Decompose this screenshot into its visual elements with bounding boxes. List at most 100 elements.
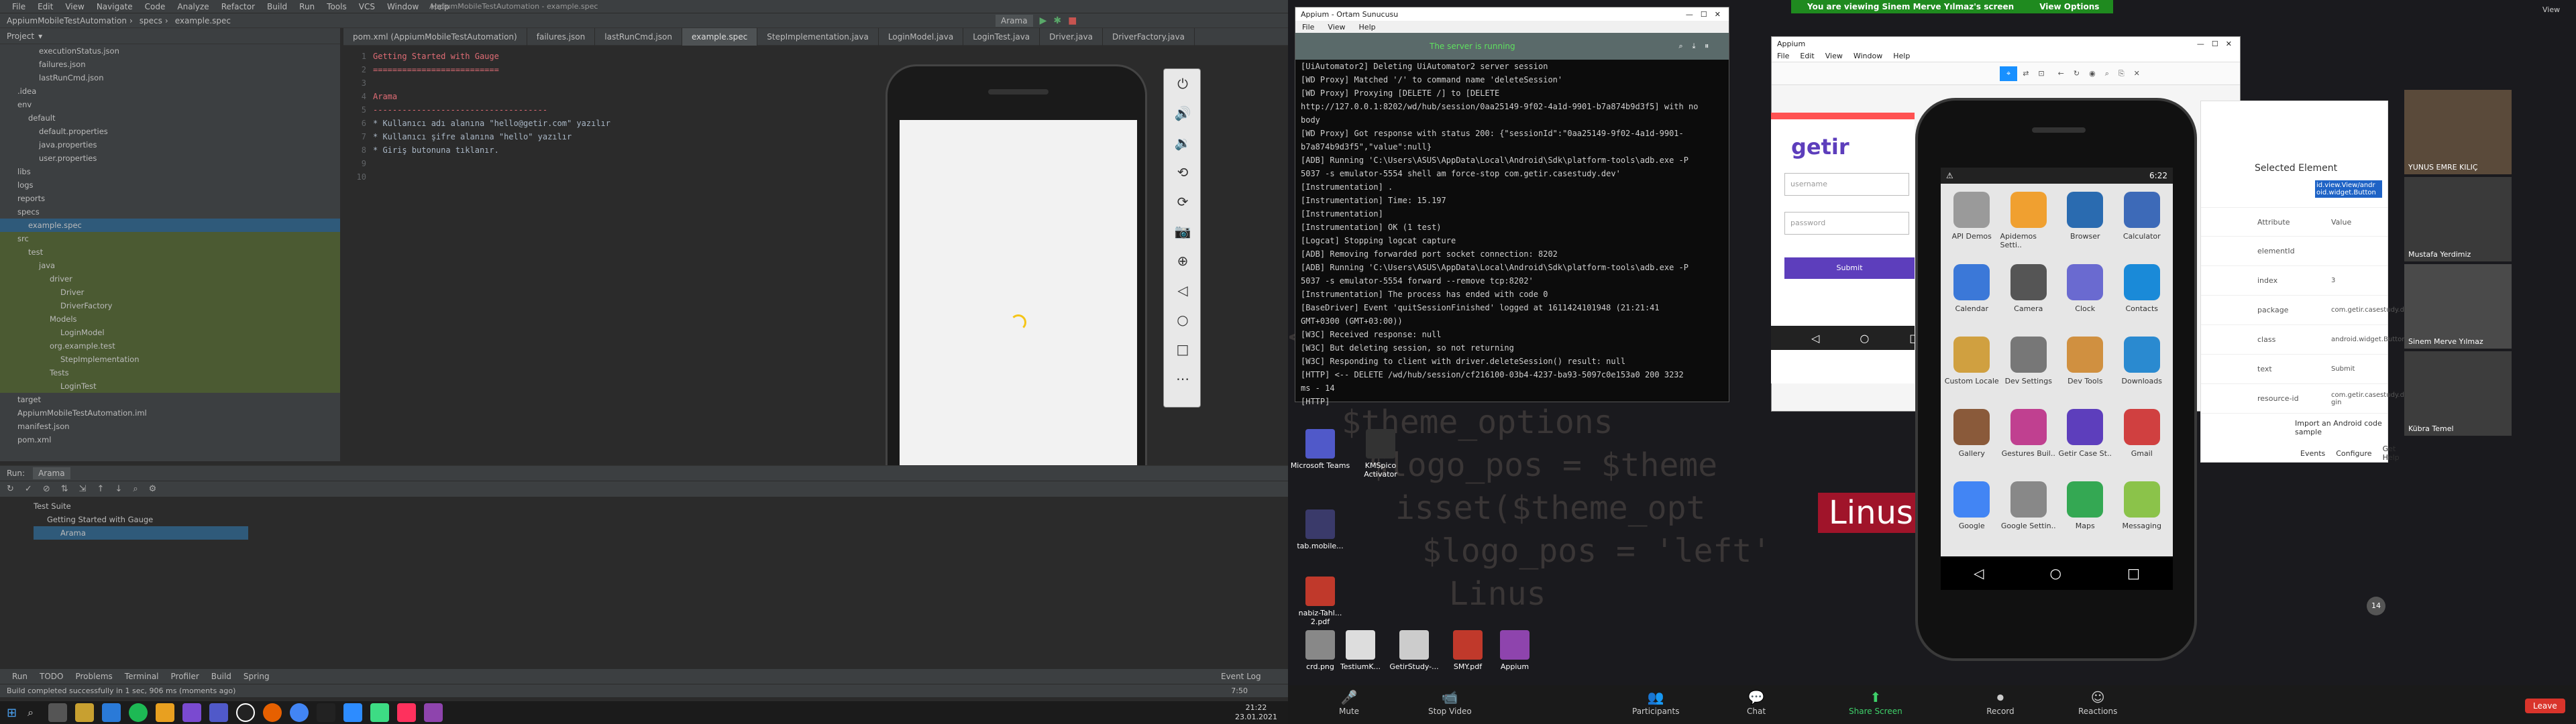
search-icon[interactable]: ⌕	[2105, 69, 2109, 78]
app-launcher-calculator[interactable]: Calculator	[2114, 188, 2171, 257]
quit-icon[interactable]: ✕	[2134, 69, 2140, 78]
get-help-button[interactable]: Get Help	[2383, 444, 2400, 462]
code-text[interactable]: * Kullanıcı şifre alanına "hello" yazılı…	[373, 130, 572, 143]
password-field[interactable]: password	[1784, 212, 1909, 235]
tree-item[interactable]: failures.json	[0, 58, 340, 71]
tree-item[interactable]: manifest.json	[0, 420, 340, 433]
configure-button[interactable]: Configure	[2336, 449, 2371, 458]
desktop-icon[interactable]: tab.mobile...	[1288, 509, 1352, 550]
tree-item[interactable]: org.example.test	[0, 339, 340, 353]
code-sample-link[interactable]: Import an Android code sample	[2295, 419, 2387, 436]
app-launcher-camera[interactable]: Camera	[2000, 260, 2057, 330]
app-launcher-clock[interactable]: Clock	[2057, 260, 2114, 330]
zoom-icon[interactable]: ⊕	[1164, 246, 1201, 276]
file-explorer-icon[interactable]	[75, 703, 95, 722]
tree-item[interactable]: default.properties	[0, 125, 340, 138]
desktop-icon[interactable]: KMSpico Activator	[1348, 429, 1413, 479]
rotate-left-icon[interactable]: ⟲	[1164, 158, 1201, 187]
power-icon[interactable]: ⏻	[1164, 69, 1201, 99]
back-icon[interactable]: ←	[2058, 69, 2064, 78]
selected-element-xpath[interactable]: id.view.View/andr oid.widget.Button	[2315, 180, 2382, 198]
back-icon[interactable]: ◁	[1164, 276, 1201, 305]
recents-icon[interactable]: □	[2127, 565, 2140, 581]
camera-icon[interactable]: 📷	[1164, 217, 1201, 246]
app-launcher-calendar[interactable]: Calendar	[1943, 260, 2000, 330]
spotify-icon[interactable]	[129, 703, 148, 722]
tree-item[interactable]: Models	[0, 312, 340, 326]
editor-tab[interactable]: lastRunCmd.json	[595, 27, 682, 46]
editor-tab[interactable]: LoginModel.java	[879, 27, 964, 46]
tree-item[interactable]: java.properties	[0, 138, 340, 152]
tree-item[interactable]: executionStatus.json	[0, 44, 340, 58]
tool-tab-spring[interactable]: Spring	[244, 672, 270, 681]
run-tab[interactable]: Arama	[33, 467, 70, 479]
cursor-position[interactable]: 7:50	[1231, 686, 1248, 695]
run-tree-scenario[interactable]: Arama	[34, 526, 248, 540]
username-field[interactable]: username	[1784, 173, 1909, 196]
console-menu-item[interactable]: Help	[1359, 23, 1376, 32]
volume-up-icon[interactable]: 🔊	[1164, 99, 1201, 128]
menu-refactor[interactable]: Refactor	[221, 2, 255, 11]
menu-code[interactable]: Code	[145, 2, 166, 11]
editor-tab[interactable]: DriverFactory.java	[1103, 27, 1195, 46]
debug-icon[interactable]: ✱	[1053, 15, 1061, 26]
menu-file[interactable]: File	[12, 2, 25, 11]
app-launcher-getir-case-st[interactable]: Getir Case St..	[2057, 405, 2114, 475]
tree-item[interactable]: target	[0, 393, 340, 406]
zoom-share-screen-button[interactable]: ⬆ Share Screen	[1849, 689, 1902, 716]
tool-tab-build[interactable]: Build	[211, 672, 231, 681]
home-icon[interactable]: ○	[2050, 565, 2061, 581]
participant-tile[interactable]: Sinem Merve Yılmaz	[2404, 264, 2512, 349]
tree-item[interactable]: DriverFactory	[0, 299, 340, 312]
editor-tab[interactable]: LoginTest.java	[963, 27, 1040, 46]
menu-tools[interactable]: Tools	[327, 2, 347, 11]
search-icon[interactable]: ⌕	[133, 484, 138, 494]
tool-tab-todo[interactable]: TODO	[40, 672, 63, 681]
code-text[interactable]: Arama	[373, 90, 397, 103]
select-element-icon[interactable]: ⌖	[2000, 66, 2018, 81]
tool-tab-terminal[interactable]: Terminal	[125, 672, 159, 681]
console-menu-item[interactable]: View	[1328, 23, 1345, 32]
attr-row[interactable]: class android.widget.Button	[2201, 325, 2406, 355]
stop-icon[interactable]: ■	[1068, 15, 1077, 26]
app-launcher-dev-settings[interactable]: Dev Settings	[2000, 333, 2057, 402]
editor-tab[interactable]: Driver.java	[1040, 27, 1103, 46]
inspector-menu-item[interactable]: Help	[1893, 52, 1910, 60]
tool-tab-profiler[interactable]: Profiler	[171, 672, 199, 681]
inspector-menu-item[interactable]: Window	[1854, 52, 1882, 60]
menu-build[interactable]: Build	[267, 2, 287, 11]
rerun-icon[interactable]: ↻	[7, 484, 14, 494]
editor-tab[interactable]: failures.json	[527, 27, 596, 46]
terminal-icon[interactable]	[317, 703, 336, 722]
menu-analyze[interactable]: Analyze	[177, 2, 209, 11]
tree-item[interactable]: reports	[0, 192, 340, 205]
tree-item[interactable]: lastRunCmd.json	[0, 71, 340, 84]
events-button[interactable]: Events	[2300, 449, 2325, 458]
down-icon[interactable]: ↓	[115, 484, 122, 494]
swipe-icon[interactable]: ⇄	[2023, 69, 2029, 78]
mail-icon[interactable]	[102, 703, 121, 722]
breadcrumb-project[interactable]: AppiumMobileTestAutomation	[7, 16, 127, 25]
attr-row[interactable]: text Submit	[2201, 355, 2387, 384]
menu-navigate[interactable]: Navigate	[97, 2, 133, 11]
view-options-button[interactable]: View Options	[2039, 2, 2099, 11]
code-text[interactable]: ------------------------------------	[373, 103, 547, 117]
eye-icon[interactable]: ◉	[2089, 69, 2096, 78]
app-launcher-custom-locale[interactable]: Custom Locale	[1943, 333, 2000, 402]
emulator-screen[interactable]	[900, 120, 1137, 522]
more-icon[interactable]: ⋯	[1164, 364, 1201, 394]
app-launcher-google[interactable]: Google	[1943, 477, 2000, 547]
code-text[interactable]: * Giriş butonuna tıklanır.	[373, 143, 499, 157]
settings-icon[interactable]: ⚙	[149, 484, 157, 494]
participant-count-badge[interactable]: 14	[2367, 597, 2385, 615]
back-icon[interactable]: ◁	[1974, 565, 1984, 581]
tree-item[interactable]: user.properties	[0, 152, 340, 165]
editor-tab[interactable]: StepImplementation.java	[757, 27, 879, 46]
rotate-right-icon[interactable]: ⟳	[1164, 187, 1201, 217]
console-actions[interactable]: ⌕⤓⏸	[1678, 42, 1718, 51]
tree-item[interactable]: Tests	[0, 366, 340, 379]
stop-icon[interactable]: ⊘	[43, 484, 50, 494]
sticky-notes-icon[interactable]	[156, 703, 175, 722]
attr-row[interactable]: index 3	[2201, 266, 2387, 296]
system-clock[interactable]: 21:22 23.01.2021	[1235, 703, 1277, 722]
